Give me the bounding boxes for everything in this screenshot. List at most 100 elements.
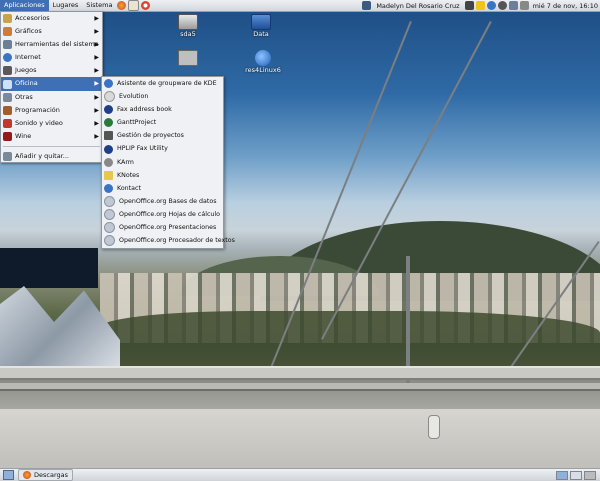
accessories-icon <box>3 14 12 24</box>
submenu-item-kontact[interactable]: Kontact <box>102 182 223 195</box>
drive-icon <box>178 14 198 30</box>
submenu-item-label: Kontact <box>117 184 141 192</box>
display-icon[interactable] <box>508 1 518 10</box>
dark-building <box>0 248 98 288</box>
submenu-item-label: OpenOffice.org Presentaciones <box>119 224 217 232</box>
kontact-icon <box>104 183 113 193</box>
network-status-icon[interactable] <box>486 1 496 10</box>
programming-icon <box>3 105 12 115</box>
menu-separator <box>3 145 100 147</box>
firefox-icon <box>23 471 31 479</box>
screen-icon[interactable] <box>362 1 372 10</box>
submenu-item-label: OpenOffice.org Procesador de textos <box>119 237 235 245</box>
menu-item-internet[interactable]: Internet ▶ <box>1 51 102 64</box>
desktop-icon-data[interactable]: Data <box>243 14 279 38</box>
menu-item-label: Programación <box>15 105 60 114</box>
panel-right-area: Madelyn Del Rosario Cruz mié 7 de nov, 1… <box>362 0 598 11</box>
add-remove-icon <box>3 151 12 161</box>
data-drive-icon <box>251 14 271 30</box>
show-desktop-icon[interactable] <box>3 470 14 480</box>
submenu-item-ooo-impress[interactable]: OpenOffice.org Presentaciones <box>102 221 223 234</box>
submenu-item-fax-addressbook[interactable]: Fax address book <box>102 103 223 116</box>
desktop-icon-label: res4Linux6 <box>245 66 281 74</box>
menu-item-juegos[interactable]: Juegos ▶ <box>1 64 102 77</box>
submenu-item-label: KArm <box>117 158 134 166</box>
chevron-right-icon: ▶ <box>94 67 99 75</box>
bottom-panel: Descargas <box>0 468 600 481</box>
system-tools-icon <box>3 40 12 50</box>
desktop-icon-drive[interactable]: sda5 <box>170 14 206 38</box>
menu-item-label: Añadir y quitar... <box>15 151 69 160</box>
graphics-icon <box>3 27 12 37</box>
submenu-item-ooo-writer[interactable]: OpenOffice.org Procesador de textos <box>102 234 235 247</box>
games-icon <box>3 66 12 76</box>
office-icon <box>3 79 12 89</box>
firefox-icon[interactable] <box>117 1 127 10</box>
bridge-wall <box>0 409 600 468</box>
mail-icon[interactable] <box>128 0 140 11</box>
submenu-item-label: Fax address book <box>117 106 172 114</box>
trash-icon[interactable] <box>584 471 596 480</box>
hplip-fax-icon <box>104 144 113 154</box>
workspace-1[interactable] <box>556 471 568 480</box>
submenu-item-knotes[interactable]: KNotes <box>102 169 223 182</box>
submenu-item-ooo-calc[interactable]: OpenOffice.org Hojas de cálculo <box>102 208 223 221</box>
chevron-right-icon: ▶ <box>94 80 99 88</box>
submenu-item-label: OpenOffice.org Bases de datos <box>119 197 217 205</box>
submenu-item-hplip-fax[interactable]: HPLIP Fax Utility <box>102 142 223 155</box>
submenu-item-project[interactable]: Gestión de proyectos <box>102 129 223 142</box>
menu-sistema[interactable]: Sistema <box>82 0 116 11</box>
update-icon[interactable] <box>475 1 485 10</box>
menu-item-wine[interactable]: Wine ▶ <box>1 130 102 143</box>
menu-lugares[interactable]: Lugares <box>49 0 83 11</box>
bridge-light <box>428 415 440 439</box>
menu-item-programacion[interactable]: Programación ▶ <box>1 104 102 117</box>
menu-item-otras[interactable]: Otras ▶ <box>1 91 102 104</box>
menu-item-label: Internet <box>15 53 41 62</box>
submenu-item-ooo-base[interactable]: OpenOffice.org Bases de datos <box>102 195 223 208</box>
chevron-right-icon: ▶ <box>94 28 99 36</box>
submenu-item-gantt[interactable]: GanttProject <box>102 116 223 129</box>
desktop-icon-network[interactable]: res4Linux6 <box>243 50 283 74</box>
taskbar-button-descargas[interactable]: Descargas <box>18 469 74 481</box>
workspace-2[interactable] <box>570 471 582 480</box>
bridge-railing-lower <box>0 383 600 391</box>
chevron-right-icon: ▶ <box>94 41 99 49</box>
applications-menu: Accesorios ▶ Gráficos ▶ Herramientas del… <box>0 11 103 163</box>
menu-item-add-remove[interactable]: Añadir y quitar... <box>1 150 102 163</box>
power-icon[interactable] <box>464 1 474 10</box>
menu-item-label: Otras <box>15 92 33 101</box>
submenu-item-label: Asistente de groupware de KDE <box>117 80 217 87</box>
menu-item-label: Juegos <box>15 66 37 75</box>
menu-aplicaciones[interactable]: Aplicaciones <box>0 0 49 11</box>
desktop-icon-label: Data <box>253 30 269 38</box>
workspace-switcher <box>556 471 596 480</box>
submenu-item-label: Gestión de proyectos <box>117 132 184 140</box>
menu-item-herramientas[interactable]: Herramientas del sistema ▶ <box>1 38 102 51</box>
chevron-right-icon: ▶ <box>94 119 99 127</box>
gear-icon[interactable] <box>497 1 507 10</box>
kde-wizard-icon <box>104 79 113 89</box>
fax-addressbook-icon <box>104 105 113 115</box>
menu-item-accesorios[interactable]: Accesorios ▶ <box>1 12 102 25</box>
menu-item-graficos[interactable]: Gráficos ▶ <box>1 25 102 38</box>
submenu-item-label: HPLIP Fax Utility <box>117 145 168 153</box>
volume-icon[interactable] <box>519 1 529 10</box>
submenu-item-evolution[interactable]: Evolution <box>102 90 223 103</box>
other-icon <box>3 92 12 102</box>
submenu-item-label: KNotes <box>117 171 140 179</box>
submenu-item-kde-wizard[interactable]: Asistente de groupware de KDE <box>102 77 223 90</box>
karm-icon <box>104 157 113 167</box>
evolution-icon <box>104 91 115 103</box>
menu-item-oficina[interactable]: Oficina ▶ <box>1 77 102 91</box>
desktop-icon-folder[interactable] <box>170 50 206 66</box>
wine-icon <box>3 131 12 141</box>
help-icon[interactable] <box>141 1 151 10</box>
submenu-item-karm[interactable]: KArm <box>102 156 223 169</box>
menu-item-label: Sonido y video <box>15 118 63 127</box>
submenu-item-label: GanttProject <box>117 119 157 127</box>
clock[interactable]: mié 7 de nov, 16:10 <box>533 2 598 10</box>
user-name[interactable]: Madelyn Del Rosario Cruz <box>376 2 459 10</box>
menu-item-sonido[interactable]: Sonido y video ▶ <box>1 117 102 130</box>
desktop-icon-label: sda5 <box>180 30 196 38</box>
